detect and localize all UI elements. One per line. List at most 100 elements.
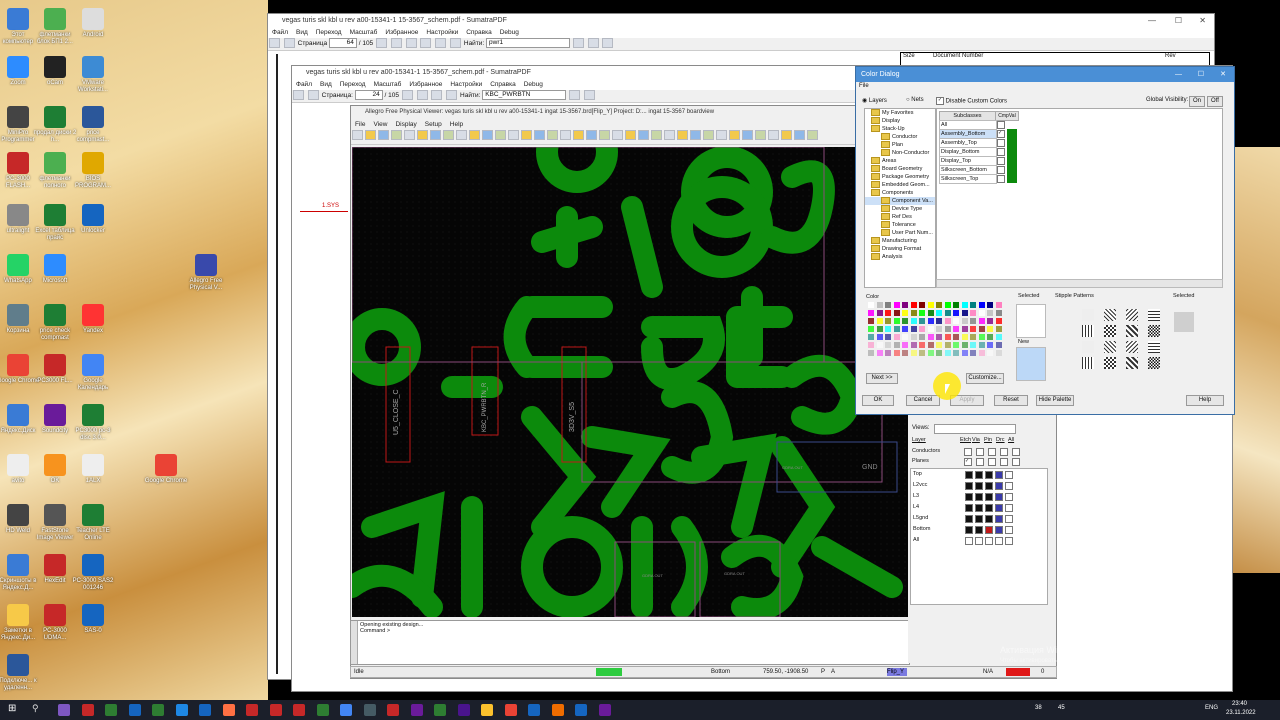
- toolbar-icon[interactable]: [456, 130, 467, 141]
- palette-swatch[interactable]: [885, 326, 891, 332]
- prev-page-icon[interactable]: [401, 90, 413, 101]
- toolbar-icon[interactable]: [612, 130, 623, 141]
- layer-color-swatch[interactable]: [995, 537, 1003, 545]
- palette-swatch[interactable]: [944, 350, 951, 356]
- layer-color-swatch[interactable]: [965, 515, 973, 523]
- toolbar-icon[interactable]: [469, 130, 480, 141]
- menu-item[interactable]: Справка: [466, 29, 492, 36]
- next-page-icon[interactable]: [416, 90, 428, 101]
- palette-swatch[interactable]: [944, 318, 951, 324]
- palette-swatch[interactable]: [970, 302, 976, 308]
- desktop-icon[interactable]: Yandex: [71, 304, 115, 335]
- palette-swatch[interactable]: [893, 350, 900, 356]
- palette-swatch[interactable]: [902, 326, 908, 332]
- taskbar-app-icon[interactable]: [528, 704, 540, 716]
- stipple-swatch[interactable]: [1104, 325, 1116, 337]
- toolbar-icon[interactable]: [768, 130, 779, 141]
- palette-swatch[interactable]: [953, 350, 959, 356]
- palette-swatch[interactable]: [995, 342, 1002, 348]
- palette-swatch[interactable]: [987, 302, 993, 308]
- menu-item[interactable]: Вид: [296, 29, 308, 36]
- tree-item[interactable]: Tolerance: [865, 221, 935, 229]
- palette-swatch[interactable]: [868, 350, 874, 356]
- visibility-checkbox[interactable]: [988, 448, 996, 456]
- palette-swatch[interactable]: [893, 318, 900, 324]
- layer-color-swatch[interactable]: [1005, 537, 1013, 545]
- layer-color-swatch[interactable]: [995, 504, 1003, 512]
- find-prev-icon[interactable]: [569, 90, 581, 101]
- taskbar-app-icon[interactable]: [128, 704, 141, 716]
- fit-width-icon[interactable]: [420, 38, 432, 49]
- toolbar-icon[interactable]: [521, 130, 532, 141]
- next-button[interactable]: Next >>: [866, 373, 898, 384]
- find-prev-icon[interactable]: [572, 38, 584, 49]
- desktop-icon[interactable]: BIOS PROGRAM...: [71, 152, 115, 190]
- palette-swatch[interactable]: [927, 326, 934, 332]
- tree-item[interactable]: Plan: [865, 141, 935, 149]
- toolbar-icon[interactable]: [534, 130, 545, 141]
- palette-swatch[interactable]: [902, 318, 908, 324]
- subclass-grid[interactable]: Subclasses CmpVal All Assembly_Bottom ✓ Ass…: [936, 108, 1223, 288]
- palette-swatch[interactable]: [910, 326, 917, 332]
- layer-color-swatch[interactable]: [985, 537, 993, 545]
- print-icon[interactable]: [283, 38, 295, 49]
- menu-item[interactable]: Справка: [490, 81, 516, 88]
- palette-swatch[interactable]: [987, 350, 993, 356]
- layer-color-swatch[interactable]: [985, 515, 993, 523]
- stipple-swatch[interactable]: [1126, 357, 1138, 369]
- visibility-checkbox[interactable]: [976, 448, 984, 456]
- visibility-checkbox[interactable]: [1000, 458, 1008, 466]
- palette-swatch[interactable]: [970, 318, 976, 324]
- layer-row[interactable]: L3: [911, 491, 1047, 502]
- stipple-swatch[interactable]: [1104, 309, 1116, 321]
- reset-button[interactable]: Reset: [994, 395, 1028, 406]
- windows-start-icon[interactable]: ⊞: [8, 703, 16, 714]
- palette-swatch[interactable]: [927, 334, 934, 340]
- desktop-icon[interactable]: VMware Workstati...: [71, 56, 115, 94]
- taskbar-app-icon[interactable]: [175, 704, 188, 716]
- palette-swatch[interactable]: [919, 334, 925, 340]
- palette-swatch[interactable]: [868, 326, 874, 332]
- radio-layers[interactable]: ◉ Layers: [862, 97, 887, 104]
- palette-swatch[interactable]: [910, 310, 917, 316]
- palette-swatch[interactable]: [961, 318, 968, 324]
- layer-color-swatch[interactable]: [995, 526, 1003, 534]
- toolbar-icon[interactable]: [391, 130, 402, 141]
- subclass-visibility-checkbox[interactable]: [997, 121, 1005, 129]
- taskbar-app-icon[interactable]: [105, 704, 117, 716]
- visibility-checkbox[interactable]: [988, 458, 996, 466]
- taskbar-app-icon[interactable]: [222, 704, 235, 716]
- menu-item[interactable]: File: [355, 121, 365, 128]
- palette-swatch[interactable]: [885, 302, 891, 308]
- print-icon[interactable]: [307, 90, 319, 101]
- maximize-icon[interactable]: ☐: [1198, 67, 1204, 82]
- palette-swatch[interactable]: [902, 302, 908, 308]
- palette-swatch[interactable]: [961, 326, 968, 332]
- visibility-checkbox[interactable]: [964, 448, 972, 456]
- palette-swatch[interactable]: [885, 310, 891, 316]
- palette-swatch[interactable]: [944, 302, 951, 308]
- layer-color-swatch[interactable]: [995, 482, 1003, 490]
- find-next-icon[interactable]: [583, 90, 595, 101]
- stipple-patterns[interactable]: [1082, 309, 1172, 373]
- search-icon[interactable]: ⚲: [32, 703, 39, 714]
- palette-swatch[interactable]: [970, 326, 976, 332]
- layer-color-swatch[interactable]: [1005, 493, 1013, 501]
- taskbar-app-icon[interactable]: [410, 704, 423, 716]
- pcb-canvas[interactable]: U5_CLOSE_C KBC_PWRBTN_R 3D3V_S5 GND GDRA…: [352, 147, 908, 617]
- desktop-icon[interactable]: PC-3000 SAS2 001246: [71, 554, 115, 592]
- palette-swatch[interactable]: [995, 350, 1002, 356]
- palette-swatch[interactable]: [995, 310, 1002, 316]
- zoom-in-icon[interactable]: [446, 90, 458, 101]
- palette-swatch[interactable]: [910, 342, 917, 348]
- layer-color-swatch[interactable]: [1005, 482, 1013, 490]
- palette-swatch[interactable]: [995, 326, 1002, 332]
- desktop-icon[interactable]: price compmast...: [71, 106, 115, 144]
- palette-swatch[interactable]: [868, 302, 874, 308]
- palette-swatch[interactable]: [927, 318, 934, 324]
- palette-swatch[interactable]: [995, 334, 1002, 340]
- palette-swatch[interactable]: [876, 326, 883, 332]
- views-select[interactable]: [934, 424, 1016, 434]
- palette-swatch[interactable]: [953, 342, 959, 348]
- close-icon[interactable]: ✕: [1199, 14, 1206, 27]
